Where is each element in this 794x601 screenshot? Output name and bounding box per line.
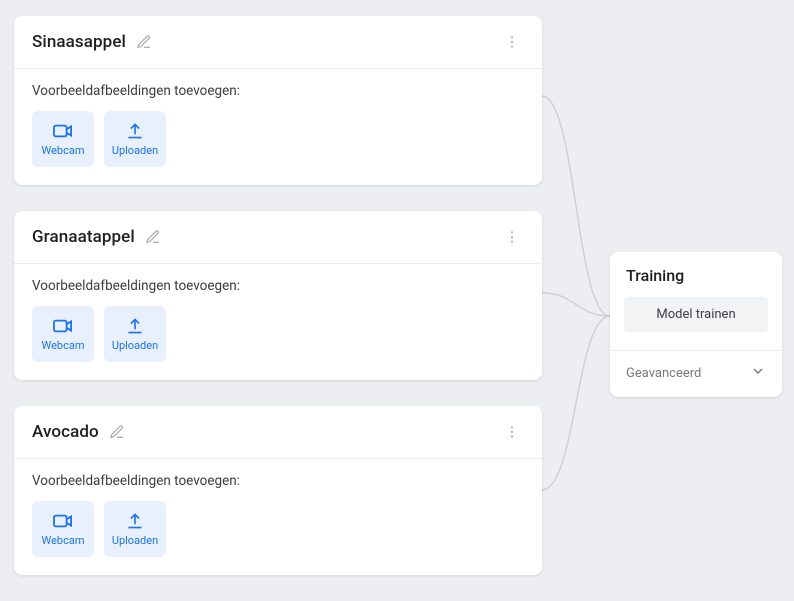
input-buttons: Webcam Uploaden [32,111,524,167]
upload-button[interactable]: Uploaden [104,501,166,557]
class-body: Voorbeeldafbeeldingen toevoegen: Webcam … [14,459,542,575]
class-title: Avocado [32,422,99,442]
camera-icon [52,317,74,335]
class-title: Granaatappel [32,227,135,247]
training-title: Training [610,252,782,291]
webcam-button[interactable]: Webcam [32,501,94,557]
add-samples-label: Voorbeeldafbeeldingen toevoegen: [32,473,524,489]
advanced-toggle[interactable]: Geavanceerd [610,351,782,397]
train-button-wrap: Model trainen [610,291,782,351]
webcam-button-label: Webcam [42,339,85,352]
pencil-icon[interactable] [109,424,125,440]
upload-button[interactable]: Uploaden [104,111,166,167]
input-buttons: Webcam Uploaden [32,306,524,362]
class-card: Sinaasappel Voorbeeldafbeeldingen toevoe… [14,16,542,185]
class-card: Avocado Voorbeeldafbeeldingen toevoegen:… [14,406,542,575]
class-body: Voorbeeldafbeeldingen toevoegen: Webcam … [14,69,542,185]
add-samples-label: Voorbeeldafbeeldingen toevoegen: [32,278,524,294]
webcam-button[interactable]: Webcam [32,111,94,167]
class-card: Granaatappel Voorbeeldafbeeldingen toevo… [14,211,542,380]
webcam-button[interactable]: Webcam [32,306,94,362]
class-header: Sinaasappel [14,16,542,69]
upload-button-label: Uploaden [112,144,158,157]
upload-button-label: Uploaden [112,339,158,352]
upload-icon [125,317,145,335]
camera-icon [52,122,74,140]
class-header: Avocado [14,406,542,459]
kebab-menu-icon[interactable] [500,225,524,249]
webcam-button-label: Webcam [42,534,85,547]
train-model-button[interactable]: Model trainen [624,297,768,332]
webcam-button-label: Webcam [42,144,85,157]
upload-button-label: Uploaden [112,534,158,547]
upload-icon [125,122,145,140]
input-buttons: Webcam Uploaden [32,501,524,557]
connector-lines [542,16,610,556]
upload-button[interactable]: Uploaden [104,306,166,362]
camera-icon [52,512,74,530]
chevron-down-icon [750,363,766,383]
kebab-menu-icon[interactable] [500,30,524,54]
add-samples-label: Voorbeeldafbeeldingen toevoegen: [32,83,524,99]
pencil-icon[interactable] [145,229,161,245]
class-title: Sinaasappel [32,32,126,52]
advanced-label: Geavanceerd [626,366,701,381]
class-column: Sinaasappel Voorbeeldafbeeldingen toevoe… [14,16,542,601]
class-header: Granaatappel [14,211,542,264]
upload-icon [125,512,145,530]
training-card: Training Model trainen Geavanceerd [610,252,782,397]
kebab-menu-icon[interactable] [500,420,524,444]
pencil-icon[interactable] [136,34,152,50]
class-body: Voorbeeldafbeeldingen toevoegen: Webcam … [14,264,542,380]
